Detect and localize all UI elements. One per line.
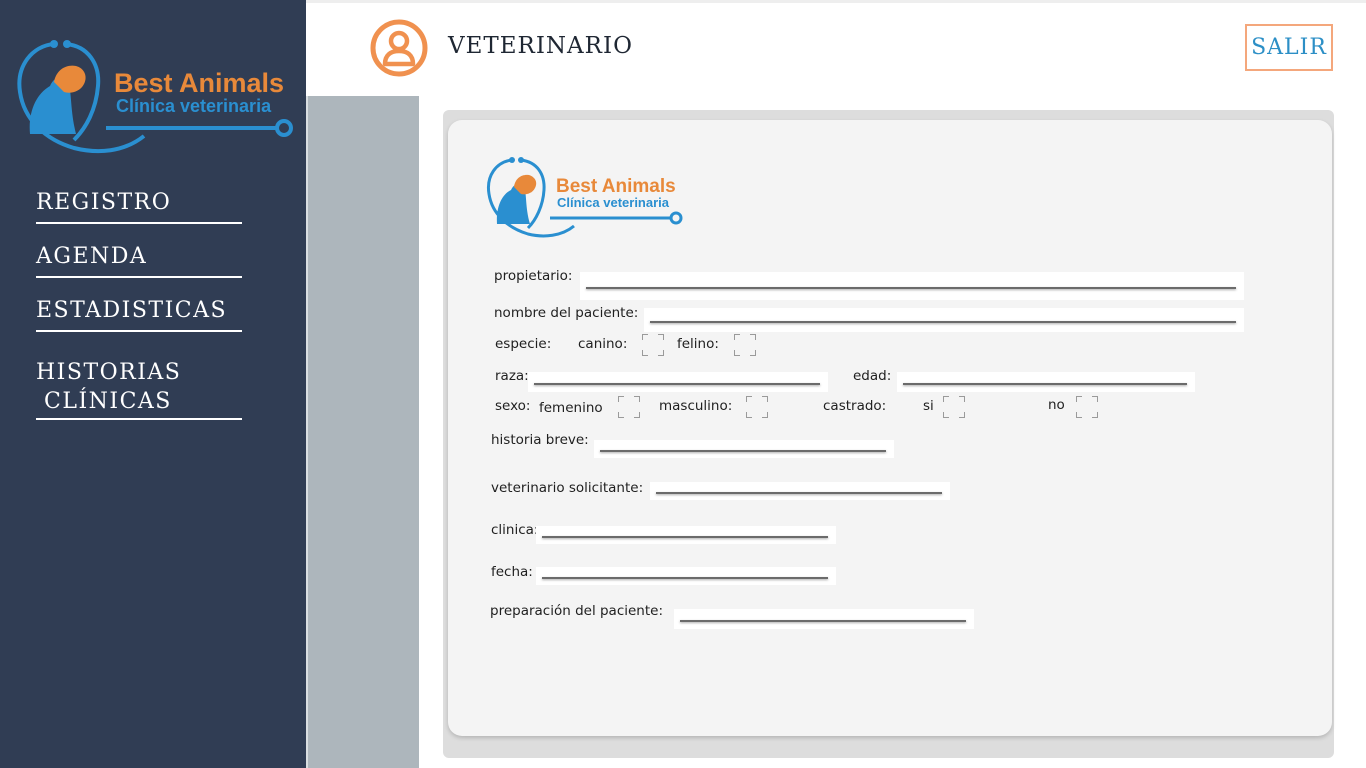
brand-tagline: Clínica veterinaria (116, 96, 272, 116)
canine-label: canino: (578, 336, 628, 352)
neutered-yes-checkbox[interactable] (943, 396, 965, 418)
form-brand-logo: Best Animals Clínica veterinaria (486, 157, 683, 238)
male-checkbox[interactable] (746, 396, 768, 418)
sidebar-nav: REGISTRO AGENDA ESTADISTICAS HISTORIAS C… (36, 190, 242, 420)
brand-name: Best Animals (114, 68, 284, 98)
sidebar-item-agenda[interactable]: AGENDA (36, 244, 242, 278)
owner-field[interactable] (580, 272, 1244, 300)
header: VETERINARIO SALIR (306, 0, 1366, 96)
sidebar-item-registro[interactable]: REGISTRO (36, 190, 242, 224)
user-circle-icon (370, 19, 428, 77)
history-label: historia breve: (491, 432, 589, 448)
neutered-label: castrado: (823, 398, 887, 414)
feline-checkbox[interactable] (734, 334, 756, 356)
history-field[interactable] (594, 440, 894, 458)
date-field[interactable] (536, 567, 836, 585)
owner-label: propietario: (494, 268, 573, 284)
neutered-no-checkbox[interactable] (1076, 396, 1098, 418)
logout-button[interactable]: SALIR (1245, 24, 1333, 71)
age-label: edad: (853, 368, 892, 384)
patient-name-label: nombre del paciente: (494, 305, 639, 321)
neutered-yes-label: si (923, 398, 934, 414)
patient-prep-label: preparación del paciente: (490, 603, 664, 619)
patient-prep-field[interactable] (674, 609, 974, 629)
breed-label: raza: (495, 368, 529, 384)
content-left-edge (306, 96, 308, 768)
requesting-vet-field[interactable] (650, 482, 950, 500)
sidebar-item-label-line2: CLÍNICAS (44, 389, 172, 414)
clinic-label: clinica: (491, 522, 539, 538)
form-brand-tagline: Clínica veterinaria (557, 195, 670, 210)
sidebar: Best Animals Clínica veterinaria REGISTR… (0, 0, 306, 768)
age-field[interactable] (897, 372, 1195, 392)
breed-field[interactable] (528, 372, 828, 392)
neutered-no-label: no (1048, 397, 1065, 413)
patient-name-field[interactable] (644, 308, 1244, 332)
content-left-strip (306, 96, 419, 768)
requesting-vet-label: veterinario solicitante: (491, 480, 644, 496)
sidebar-item-label-line1: HISTORIAS (36, 360, 182, 385)
brand-logo: Best Animals Clínica veterinaria (17, 40, 293, 154)
feline-label: felino: (677, 336, 719, 352)
female-label: femenino (539, 400, 603, 416)
sidebar-item-historias-clinicas[interactable]: HISTORIAS CLÍNICAS (36, 358, 242, 420)
form-brand-name: Best Animals (556, 176, 676, 197)
page-title: VETERINARIO (448, 33, 633, 59)
species-label: especie: (495, 336, 552, 352)
canine-checkbox[interactable] (642, 334, 664, 356)
male-label: masculino: (659, 398, 733, 414)
female-checkbox[interactable] (618, 396, 640, 418)
date-label: fecha: (491, 564, 533, 580)
clinic-field[interactable] (536, 526, 836, 544)
sex-label: sexo: (495, 398, 531, 414)
sidebar-item-estadisticas[interactable]: ESTADISTICAS (36, 298, 242, 332)
